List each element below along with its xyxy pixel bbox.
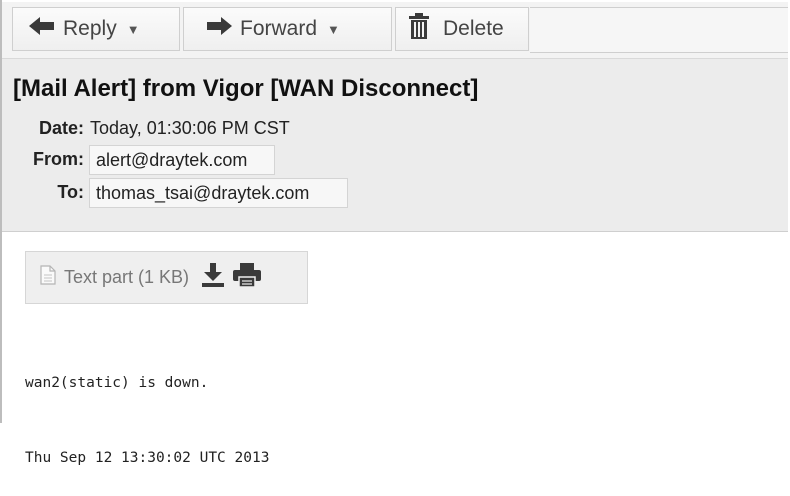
message-header: [Mail Alert] from Vigor [WAN Disconnect]…: [2, 59, 788, 232]
message-body: wan2(static) is down. Thu Sep 12 13:30:0…: [25, 321, 269, 496]
attachment-bar: Text part (1 KB): [25, 251, 308, 304]
chevron-down-icon[interactable]: ▼: [327, 22, 340, 37]
forward-button[interactable]: Forward ▼: [183, 7, 392, 51]
body-line: wan2(static) is down.: [25, 375, 209, 391]
toolbar-spacer: [530, 7, 788, 53]
to-address[interactable]: thomas_tsai@draytek.com: [89, 178, 348, 208]
date-value: Today, 01:30:06 PM CST: [90, 118, 290, 138]
message-subject: [Mail Alert] from Vigor [WAN Disconnect]: [13, 75, 479, 102]
download-icon[interactable]: [201, 263, 225, 292]
to-label: To:: [57, 182, 84, 202]
message-toolbar: Reply ▼ Forward ▼ Delete: [2, 2, 788, 59]
from-address[interactable]: alert@draytek.com: [89, 145, 275, 175]
chevron-down-icon[interactable]: ▼: [127, 22, 140, 37]
trash-icon: [409, 13, 429, 45]
reply-button[interactable]: Reply ▼: [12, 7, 180, 51]
delete-button[interactable]: Delete: [395, 7, 529, 51]
arrow-left-icon: [29, 16, 55, 42]
forward-label: Forward: [240, 17, 318, 40]
document-icon: [40, 265, 56, 290]
arrow-right-icon: [206, 16, 232, 42]
from-label: From:: [33, 149, 84, 169]
print-icon[interactable]: [233, 263, 262, 292]
body-line: Thu Sep 12 13:30:02 UTC 2013: [25, 450, 270, 466]
delete-label: Delete: [443, 17, 504, 40]
reply-label: Reply: [63, 17, 117, 40]
attachment-link[interactable]: Text part (1 KB): [64, 267, 189, 288]
date-label: Date:: [38, 118, 84, 138]
